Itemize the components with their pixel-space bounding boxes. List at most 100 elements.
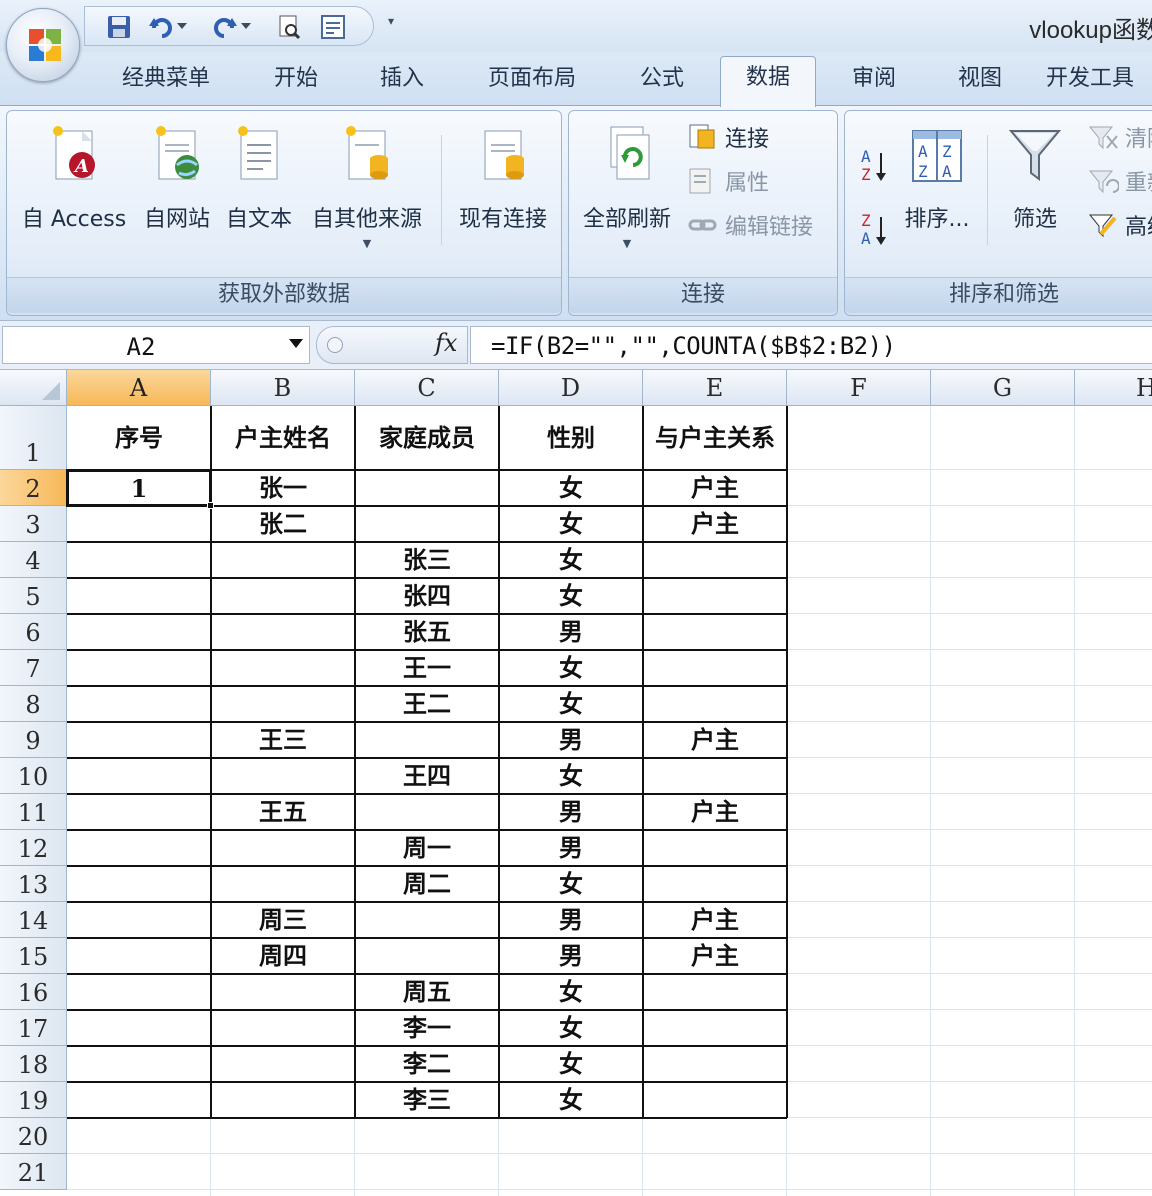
table-cell[interactable]: 女 <box>499 758 643 794</box>
table-cell[interactable] <box>355 470 499 506</box>
table-cell[interactable] <box>67 1046 211 1082</box>
table-cell[interactable] <box>211 758 355 794</box>
table-cell[interactable]: 张五 <box>355 614 499 650</box>
table-cell[interactable] <box>643 1082 787 1118</box>
table-cell[interactable]: 王四 <box>355 758 499 794</box>
fill-handle[interactable] <box>207 502 214 509</box>
row-header-19[interactable]: 19 <box>0 1082 67 1118</box>
sort-ascending-button[interactable]: A Z <box>857 145 891 185</box>
table-cell[interactable] <box>355 506 499 542</box>
table-cell[interactable]: 女 <box>499 650 643 686</box>
table-cell[interactable] <box>67 1082 211 1118</box>
name-box-dropdown-icon[interactable] <box>289 339 303 348</box>
row-header-20[interactable]: 20 <box>0 1118 67 1154</box>
tab-review[interactable]: 审阅 <box>834 62 914 106</box>
column-header-a[interactable]: A <box>67 370 211 406</box>
table-cell[interactable]: 李一 <box>355 1010 499 1046</box>
table-cell[interactable]: 张一 <box>211 470 355 506</box>
table-cell[interactable]: 女 <box>499 1082 643 1118</box>
edit-links-button[interactable]: 编辑链接 <box>687 207 813 243</box>
table-cell[interactable]: 李三 <box>355 1082 499 1118</box>
row-header-5[interactable]: 5 <box>0 578 67 614</box>
table-cell[interactable] <box>643 1046 787 1082</box>
row-header-9[interactable]: 9 <box>0 722 67 758</box>
column-header-c[interactable]: C <box>355 370 499 406</box>
table-cell[interactable]: 王一 <box>355 650 499 686</box>
row-header-11[interactable]: 11 <box>0 794 67 830</box>
row-header-4[interactable]: 4 <box>0 542 67 578</box>
table-cell[interactable]: 户主 <box>643 470 787 506</box>
row-header-14[interactable]: 14 <box>0 902 67 938</box>
table-cell[interactable] <box>67 1010 211 1046</box>
column-header-e[interactable]: E <box>643 370 787 406</box>
table-cell[interactable] <box>643 758 787 794</box>
table-cell[interactable] <box>211 830 355 866</box>
table-cell[interactable]: 女 <box>499 974 643 1010</box>
row-header-6[interactable]: 6 <box>0 614 67 650</box>
table-cell[interactable]: 王五 <box>211 794 355 830</box>
table-cell[interactable] <box>211 614 355 650</box>
row-header-15[interactable]: 15 <box>0 938 67 974</box>
table-cell[interactable]: 张三 <box>355 542 499 578</box>
reapply-button[interactable]: 重新应用 <box>1087 163 1152 199</box>
header-cell[interactable]: 序号 <box>67 406 211 470</box>
table-cell[interactable]: 周一 <box>355 830 499 866</box>
tab-page-layout[interactable]: 页面布局 <box>466 62 598 106</box>
row-header-8[interactable]: 8 <box>0 686 67 722</box>
undo-icon[interactable] <box>147 13 175 41</box>
table-cell[interactable] <box>211 1010 355 1046</box>
resize-grip-icon[interactable] <box>327 337 343 353</box>
row-header-17[interactable]: 17 <box>0 1010 67 1046</box>
connections-button[interactable]: 连接 <box>687 119 769 155</box>
spreadsheet-grid[interactable]: A B C D E F G H 1 2 3 4 5 6 7 8 9 10 11 12 13 14 15 16 17 18 19 20 2… <box>0 370 1152 1196</box>
table-cell[interactable] <box>67 902 211 938</box>
table-cell[interactable]: 张二 <box>211 506 355 542</box>
table-cell[interactable]: 户主 <box>643 938 787 974</box>
table-cell[interactable]: 周五 <box>355 974 499 1010</box>
column-header-d[interactable]: D <box>499 370 643 406</box>
office-button[interactable] <box>6 8 80 82</box>
table-cell[interactable]: 王二 <box>355 686 499 722</box>
table-cell[interactable] <box>211 686 355 722</box>
table-cell[interactable] <box>67 758 211 794</box>
header-cell[interactable]: 户主姓名 <box>211 406 355 470</box>
select-all-button[interactable] <box>0 370 67 406</box>
row-header-3[interactable]: 3 <box>0 506 67 542</box>
row-header-12[interactable]: 12 <box>0 830 67 866</box>
table-cell[interactable]: 户主 <box>643 794 787 830</box>
print-preview-icon[interactable] <box>275 13 303 41</box>
table-cell[interactable] <box>643 866 787 902</box>
table-cell[interactable] <box>355 722 499 758</box>
table-cell[interactable] <box>67 794 211 830</box>
customize-qat-icon[interactable]: ▾ <box>382 14 400 32</box>
column-header-b[interactable]: B <box>211 370 355 406</box>
table-cell[interactable] <box>211 1082 355 1118</box>
table-cell[interactable] <box>67 578 211 614</box>
tab-developer[interactable]: 开发工具 <box>1046 62 1152 106</box>
table-cell[interactable]: 周二 <box>355 866 499 902</box>
table-cell[interactable] <box>643 578 787 614</box>
table-cell[interactable]: 女 <box>499 470 643 506</box>
table-cell[interactable]: 户主 <box>643 722 787 758</box>
tab-view[interactable]: 视图 <box>940 62 1020 106</box>
table-cell[interactable] <box>211 542 355 578</box>
redo-icon[interactable] <box>211 13 239 41</box>
table-cell[interactable]: 女 <box>499 542 643 578</box>
row-header-2[interactable]: 2 <box>0 470 67 506</box>
tab-data[interactable]: 数据 <box>720 56 816 107</box>
table-cell[interactable] <box>355 902 499 938</box>
undo-dropdown-icon[interactable] <box>175 13 189 41</box>
clear-filter-button[interactable]: 清除 <box>1087 119 1152 155</box>
table-cell[interactable] <box>67 686 211 722</box>
tab-formulas[interactable]: 公式 <box>622 62 702 106</box>
tab-home[interactable]: 开始 <box>256 62 336 106</box>
table-cell[interactable] <box>211 578 355 614</box>
table-cell[interactable] <box>643 614 787 650</box>
save-icon[interactable] <box>105 13 133 41</box>
insert-function-icon[interactable]: fx <box>435 329 457 357</box>
tab-insert[interactable]: 插入 <box>362 62 442 106</box>
table-cell[interactable] <box>67 974 211 1010</box>
table-cell[interactable]: 王三 <box>211 722 355 758</box>
table-cell[interactable]: 女 <box>499 1046 643 1082</box>
row-header-7[interactable]: 7 <box>0 650 67 686</box>
